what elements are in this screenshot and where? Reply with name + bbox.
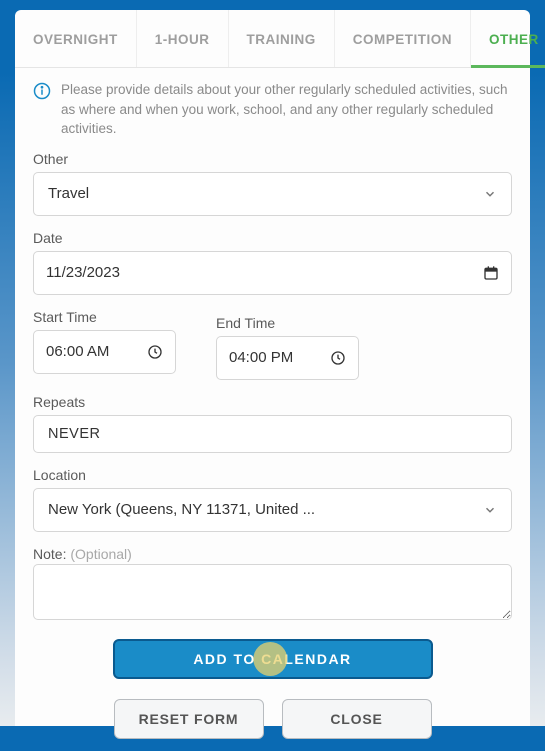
info-banner: Please provide details about your other … xyxy=(33,80,512,139)
tab-bar: OVERNIGHT 1-HOUR TRAINING COMPETITION OT… xyxy=(15,10,530,68)
location-select[interactable]: New York (Queens, NY 11371, United ... xyxy=(33,488,512,532)
tab-overnight[interactable]: OVERNIGHT xyxy=(15,10,137,67)
location-select-value: New York (Queens, NY 11371, United ... xyxy=(48,501,315,518)
chevron-down-icon xyxy=(483,503,497,517)
label-location: Location xyxy=(33,467,512,483)
other-select-value: Travel xyxy=(48,185,89,202)
info-icon xyxy=(33,82,51,100)
field-date: Date 11/23/2023 xyxy=(33,230,512,295)
date-value: 11/23/2023 xyxy=(46,264,120,281)
label-note: Note: xyxy=(33,546,70,562)
start-time-value: 06:00 AM xyxy=(46,343,109,360)
add-button-label: ADD TO CALENDAR xyxy=(193,651,351,667)
close-button[interactable]: CLOSE xyxy=(282,699,432,739)
form-body: Please provide details about your other … xyxy=(15,68,530,751)
field-location: Location New York (Queens, NY 11371, Uni… xyxy=(33,467,512,532)
end-time-value: 04:00 PM xyxy=(229,349,293,366)
label-start-time: Start Time xyxy=(33,309,176,325)
chevron-down-icon xyxy=(483,187,497,201)
modal-card: OVERNIGHT 1-HOUR TRAINING COMPETITION OT… xyxy=(15,10,530,726)
tab-competition[interactable]: COMPETITION xyxy=(335,10,471,67)
end-time-input[interactable]: 04:00 PM xyxy=(216,336,359,380)
info-text: Please provide details about your other … xyxy=(61,80,512,139)
label-repeats: Repeats xyxy=(33,394,512,410)
other-select[interactable]: Travel xyxy=(33,172,512,216)
start-time-input[interactable]: 06:00 AM xyxy=(33,330,176,374)
note-textarea[interactable] xyxy=(33,564,512,620)
date-input[interactable]: 11/23/2023 xyxy=(33,251,512,295)
label-note-optional: (Optional) xyxy=(70,546,131,562)
field-start-time: Start Time 06:00 AM xyxy=(33,309,176,380)
secondary-button-row: RESET FORM CLOSE xyxy=(33,699,512,739)
tab-other[interactable]: OTHER xyxy=(471,10,545,67)
tab-training[interactable]: TRAINING xyxy=(229,10,335,67)
reset-form-button[interactable]: RESET FORM xyxy=(114,699,264,739)
field-end-time: End Time 04:00 PM xyxy=(216,315,359,380)
repeats-input[interactable]: NEVER xyxy=(33,415,512,453)
label-date: Date xyxy=(33,230,512,246)
calendar-icon xyxy=(483,265,499,281)
field-repeats: Repeats NEVER xyxy=(33,394,512,453)
time-row: Start Time 06:00 AM End Time 04:00 PM xyxy=(33,309,512,380)
label-other: Other xyxy=(33,151,512,167)
field-note: Note: (Optional) xyxy=(33,546,512,625)
tab-1hour[interactable]: 1-HOUR xyxy=(137,10,229,67)
add-to-calendar-button[interactable]: ADD TO CALENDAR xyxy=(113,639,433,679)
field-other: Other Travel xyxy=(33,151,512,216)
clock-icon xyxy=(147,344,163,360)
label-end-time: End Time xyxy=(216,315,359,331)
clock-icon xyxy=(330,350,346,366)
